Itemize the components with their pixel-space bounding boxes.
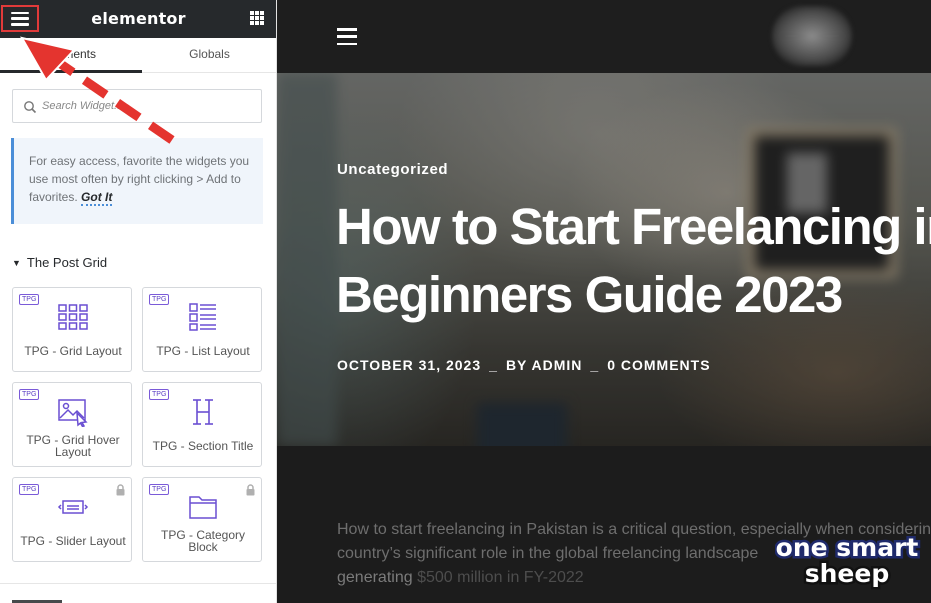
- panel-header: elementor: [0, 0, 276, 38]
- widget-grid-hover-layout[interactable]: TPG TPG - Grid Hover Layout: [12, 382, 132, 467]
- widget-label: TPG - Section Title: [152, 439, 254, 453]
- widgets-grid-icon[interactable]: [250, 11, 264, 25]
- search-box: [12, 89, 262, 123]
- widget-label: TPG - Grid Layout: [24, 344, 122, 358]
- post-title-line: Beginners Guide 2023: [336, 266, 843, 323]
- caret-down-icon: ▼: [12, 257, 21, 268]
- tpg-badge: TPG: [19, 389, 40, 400]
- widget-section-title[interactable]: TPG TPG - Section Title: [142, 382, 262, 467]
- hero-banner: Uncategorized How to Start Freelancing i…: [277, 73, 931, 446]
- favorites-notice: For easy access, favorite the widgets yo…: [11, 138, 263, 224]
- watermark-line: sheep: [805, 559, 890, 588]
- lock-icon: [116, 484, 125, 496]
- post-category[interactable]: Uncategorized: [337, 161, 448, 178]
- tpg-badge: TPG: [149, 294, 170, 305]
- post-title: How to Start Freelancing in Pakistan: Be…: [336, 193, 931, 329]
- folder-icon: [189, 496, 217, 519]
- widget-category-block[interactable]: TPG TPG - Category Block: [142, 477, 262, 562]
- search-input[interactable]: [42, 97, 242, 115]
- category-title: The Post Grid: [26, 255, 108, 270]
- image-hover-icon: [58, 399, 88, 427]
- panel-tabs: Elements Globals: [0, 38, 276, 73]
- excerpt-text: generating: [337, 569, 413, 586]
- widget-label: TPG - List Layout: [156, 344, 250, 358]
- tpg-badge: TPG: [149, 389, 170, 400]
- post-author[interactable]: BY ADMIN: [506, 357, 582, 373]
- page-preview: Uncategorized How to Start Freelancing i…: [277, 0, 931, 603]
- site-header: [277, 0, 931, 73]
- post-title-line: How to Start Freelancing in Pakistan:: [336, 198, 931, 255]
- tpg-badge: TPG: [149, 484, 170, 495]
- tpg-badge: TPG: [19, 484, 40, 495]
- widget-grid-layout[interactable]: TPG TPG - Grid Layout: [12, 287, 132, 372]
- widget-label: TPG - Slider Layout: [20, 534, 126, 548]
- post-meta: OCTOBER 31, 2023 _ BY ADMIN _ 0 COMMENTS: [337, 357, 711, 373]
- widget-label: TPG - Grid Hover Layout: [26, 433, 120, 459]
- excerpt-link[interactable]: $500 million in FY-2022: [417, 569, 584, 586]
- site-menu-icon[interactable]: [337, 28, 357, 45]
- elementor-panel: elementor Elements Globals For easy acce…: [0, 0, 277, 603]
- tpg-badge: TPG: [19, 294, 40, 305]
- post-date[interactable]: OCTOBER 31, 2023: [337, 357, 481, 373]
- watermark-line: one smart: [776, 533, 919, 562]
- post-comments[interactable]: 0 COMMENTS: [607, 357, 710, 373]
- one-smart-sheep-watermark: one smart sheep: [775, 531, 921, 591]
- grid-layout-icon: [58, 304, 88, 330]
- lock-icon: [246, 484, 255, 496]
- blurred-logo: [772, 6, 852, 66]
- search-icon: [24, 101, 37, 114]
- brand-logo: elementor: [91, 9, 186, 28]
- widget-slider-layout[interactable]: TPG TPG - Slider Layout: [12, 477, 132, 562]
- slider-icon: [57, 500, 89, 514]
- screenshot-root: elementor Elements Globals For easy acce…: [0, 0, 931, 603]
- widget-list-layout[interactable]: TPG TPG - List Layout: [142, 287, 262, 372]
- category-header[interactable]: ▼ The Post Grid: [12, 255, 107, 270]
- heading-icon: [193, 399, 213, 425]
- section-divider: [0, 583, 276, 584]
- notice-text: For easy access, favorite the widgets yo…: [29, 154, 250, 204]
- tab-globals[interactable]: Globals: [142, 38, 276, 73]
- got-it-link[interactable]: Got It: [81, 190, 113, 206]
- next-category-peek: [12, 596, 72, 603]
- tab-elements[interactable]: Elements: [0, 38, 142, 73]
- widget-label: TPG - Category Block: [160, 528, 246, 554]
- list-layout-icon: [189, 303, 216, 331]
